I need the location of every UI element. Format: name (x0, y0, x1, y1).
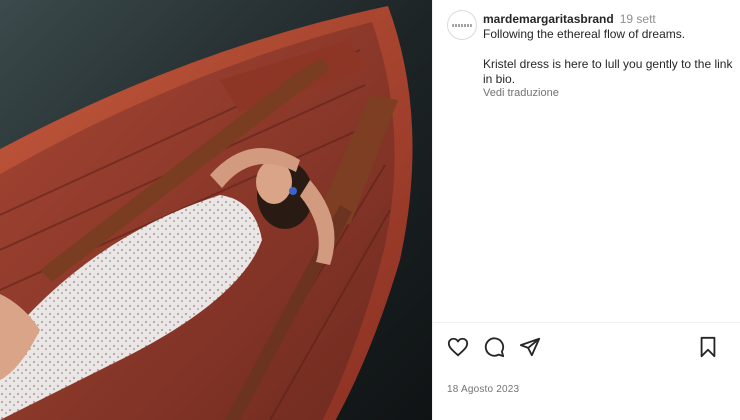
heart-icon[interactable] (447, 336, 469, 358)
boat-photo-illustration (0, 0, 432, 420)
avatar[interactable] (447, 10, 477, 40)
post-panel: mardemargaritasbrand 19 sett Following th… (432, 0, 740, 420)
timestamp[interactable]: 19 sett (620, 12, 656, 26)
post-photo[interactable] (0, 0, 432, 420)
divider (433, 322, 740, 323)
share-icon[interactable] (519, 336, 541, 358)
brand-logo-icon (452, 23, 472, 27)
bookmark-icon[interactable] (697, 336, 719, 358)
post-date: 18 Agosto 2023 (447, 384, 520, 395)
comment-icon[interactable] (483, 336, 505, 358)
post-caption: mardemargaritasbrand 19 sett Following th… (483, 12, 733, 100)
translate-link[interactable]: Vedi traduzione (483, 87, 733, 100)
username-link[interactable]: mardemargaritasbrand (483, 12, 614, 26)
caption-line-2: Kristel dress is here to lull you gently… (483, 57, 733, 86)
caption-line-1: Following the ethereal flow of dreams. (483, 27, 686, 41)
